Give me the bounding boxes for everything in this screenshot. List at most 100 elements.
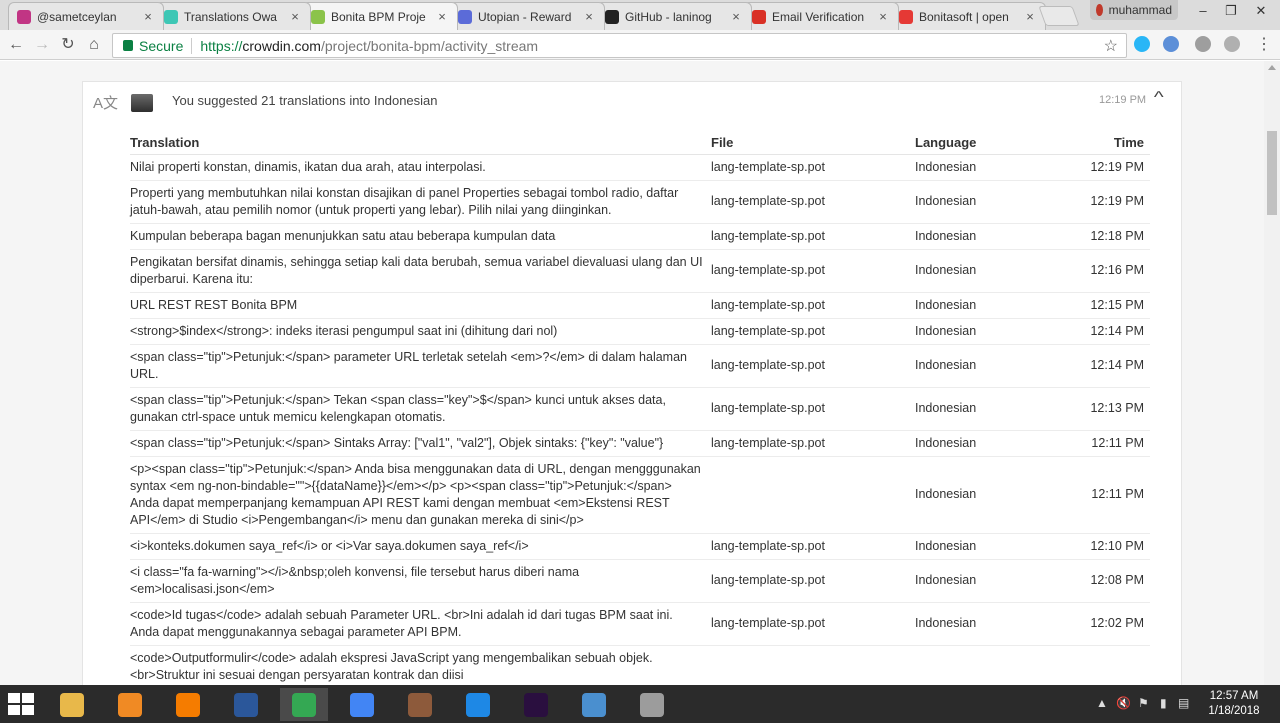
taskbar-clock[interactable]: 12:57 AM 1/18/2018 [1196, 689, 1272, 719]
close-tab-icon[interactable]: × [582, 9, 596, 24]
translation-cell[interactable]: <i>konteks.dokumen saya_ref</i> or <i>Va… [130, 533, 711, 560]
taskbar-app[interactable] [454, 688, 502, 721]
close-tab-icon[interactable]: × [729, 9, 743, 24]
back-button[interactable]: ← [6, 35, 26, 55]
profile-button[interactable]: muhammad [1090, 0, 1178, 20]
translation-cell[interactable]: Kumpulan beberapa bagan menunjukkan satu… [130, 223, 711, 250]
reload-button[interactable]: ↻ [58, 35, 78, 55]
file-cell: lang-template-sp.pot [711, 292, 915, 319]
file-cell: lang-template-sp.pot [711, 318, 915, 345]
translation-cell[interactable]: Nilai properti konstan, dinamis, ikatan … [130, 154, 711, 181]
secure-label: Secure [139, 37, 184, 54]
address-bar[interactable]: Secure https:// crowdin.com /project/bon… [112, 33, 1127, 58]
table-row[interactable]: <code>Id tugas</code> adalah sebuah Para… [130, 602, 1150, 646]
menu-kebab-icon[interactable]: ⋮ [1254, 35, 1274, 55]
table-row[interactable]: <i>konteks.dokumen saya_ref</i> or <i>Va… [130, 533, 1150, 560]
forward-button[interactable]: → [32, 35, 52, 55]
lock-icon [123, 40, 133, 51]
taskbar-app[interactable] [396, 688, 444, 721]
chrome-icon [292, 692, 316, 717]
translation-cell[interactable]: <code>Id tugas</code> adalah sebuah Para… [130, 602, 711, 646]
volume-mute-icon[interactable]: 🔇 [1116, 696, 1131, 710]
table-row[interactable]: Pengikatan bersifat dinamis, sehingga se… [130, 249, 1150, 293]
taskbar-app[interactable] [338, 688, 386, 721]
avatar[interactable] [131, 94, 153, 112]
translation-cell[interactable]: URL REST REST Bonita BPM [130, 292, 711, 319]
table-row[interactable]: <span class="tip">Petunjuk:</span> param… [130, 344, 1150, 388]
translation-cell[interactable]: <span class="tip">Petunjuk:</span> Sinta… [130, 430, 711, 457]
table-row[interactable]: <code>Outputformulir</code> adalah ekspr… [130, 645, 1150, 685]
table-row[interactable]: Kumpulan beberapa bagan menunjukkan satu… [130, 223, 1150, 250]
utopian-icon [458, 9, 472, 24]
taskbar-app[interactable] [222, 688, 270, 721]
translation-cell[interactable]: Pengikatan bersifat dinamis, sehingga se… [130, 249, 711, 293]
file-cell: lang-template-sp.pot [711, 180, 915, 224]
table-row[interactable]: <span class="tip">Petunjuk:</span> Tekan… [130, 387, 1150, 431]
taskbar-app[interactable] [628, 688, 676, 721]
file-cell [711, 456, 915, 534]
photo-viewer-icon [582, 692, 606, 717]
browser-toolbar: ← → ↻ ⌂ Secure https:// crowdin.com /pro… [0, 30, 1280, 60]
extension-cloud-icon[interactable] [1195, 36, 1211, 52]
maximize-button[interactable]: ❐ [1216, 2, 1246, 20]
close-tab-icon[interactable]: × [876, 9, 890, 24]
chevron-up-icon[interactable]: ^ [1154, 89, 1164, 107]
close-tab-icon[interactable]: × [288, 9, 302, 24]
bookmark-star-icon[interactable]: ☆ [1104, 36, 1118, 56]
windows-start-icon[interactable] [8, 693, 34, 715]
scrollbar[interactable] [1264, 61, 1280, 685]
browser-tab[interactable]: Bonitasoft | open × [890, 2, 1046, 30]
translation-cell[interactable]: <code>Outputformulir</code> adalah ekspr… [130, 645, 711, 685]
close-tab-icon[interactable]: × [141, 9, 155, 24]
taskbar-app[interactable] [106, 688, 154, 721]
new-tab-button[interactable] [1038, 6, 1080, 26]
translation-cell[interactable]: <span class="tip">Petunjuk:</span> Tekan… [130, 387, 711, 431]
battery-icon[interactable]: ▮ [1160, 696, 1167, 710]
divider [191, 37, 193, 54]
taskbar-app[interactable] [512, 688, 560, 721]
time-cell: 12:11 PM [1065, 430, 1150, 457]
translation-cell[interactable]: <p><span class="tip">Petunjuk:</span> An… [130, 456, 711, 534]
scroll-thumb[interactable] [1267, 131, 1277, 215]
taskbar-app[interactable] [48, 688, 96, 721]
minimize-button[interactable]: – [1188, 2, 1218, 20]
browser-tab[interactable]: Email Verification × [743, 2, 899, 30]
browser-tab[interactable]: GitHub - laninog × [596, 2, 752, 30]
network-icon[interactable]: ⚑ [1138, 696, 1149, 710]
tab-title: Bonita BPM Proje [331, 9, 426, 24]
table-row[interactable]: Properti yang membutuhkan nilai konstan … [130, 180, 1150, 224]
taskbar-app[interactable] [570, 688, 618, 721]
browser-tab[interactable]: Utopian - Reward × [449, 2, 605, 30]
home-button[interactable]: ⌂ [84, 35, 104, 55]
translate-icon: A文 [93, 95, 119, 112]
translation-cell[interactable]: <i class="fa fa-warning"></i>&nbsp;oleh … [130, 559, 711, 603]
table-row[interactable]: <strong>$index</strong>: indeks iterasi … [130, 318, 1150, 345]
table-row[interactable]: <span class="tip">Petunjuk:</span> Sinta… [130, 430, 1150, 457]
browser-tab[interactable]: Translations Owa × [155, 2, 311, 30]
close-window-button[interactable]: ✕ [1246, 2, 1276, 20]
browser-tab[interactable]: @sametceylan × [8, 2, 164, 30]
table-row[interactable]: URL REST REST Bonita BPM lang-template-sp… [130, 292, 1150, 319]
table-row[interactable]: <p><span class="tip">Petunjuk:</span> An… [130, 456, 1150, 534]
activity-card-header: A文 You suggested 21 translations into In… [83, 82, 1183, 122]
file-cell: lang-template-sp.pot [711, 602, 915, 646]
translation-cell[interactable]: Properti yang membutuhkan nilai konstan … [130, 180, 711, 224]
activity-time: 12:19 PM [1099, 94, 1147, 106]
extension-gear-icon[interactable] [1134, 36, 1150, 52]
translation-cell[interactable]: <span class="tip">Petunjuk:</span> param… [130, 344, 711, 388]
extension-globe-icon[interactable] [1224, 36, 1240, 52]
table-row[interactable]: <i class="fa fa-warning"></i>&nbsp;oleh … [130, 559, 1150, 603]
close-tab-icon[interactable]: × [1023, 9, 1037, 24]
extension-translate-icon[interactable] [1163, 36, 1179, 52]
scroll-up-arrow-icon[interactable] [1268, 65, 1276, 70]
taskbar-app[interactable] [280, 688, 328, 721]
time-cell: 12:18 PM [1065, 223, 1150, 250]
translation-cell[interactable]: <strong>$index</strong>: indeks iterasi … [130, 318, 711, 345]
tray-chevron-icon[interactable]: ▲ [1096, 696, 1108, 710]
close-tab-icon[interactable]: × [435, 9, 449, 24]
notification-icon[interactable]: ▤ [1178, 696, 1189, 710]
table-row[interactable]: Nilai properti konstan, dinamis, ikatan … [130, 154, 1150, 181]
browser-tab[interactable]: Bonita BPM Proje × [302, 2, 458, 30]
language-cell: Indonesian [915, 533, 1065, 560]
taskbar-app[interactable] [164, 688, 212, 721]
